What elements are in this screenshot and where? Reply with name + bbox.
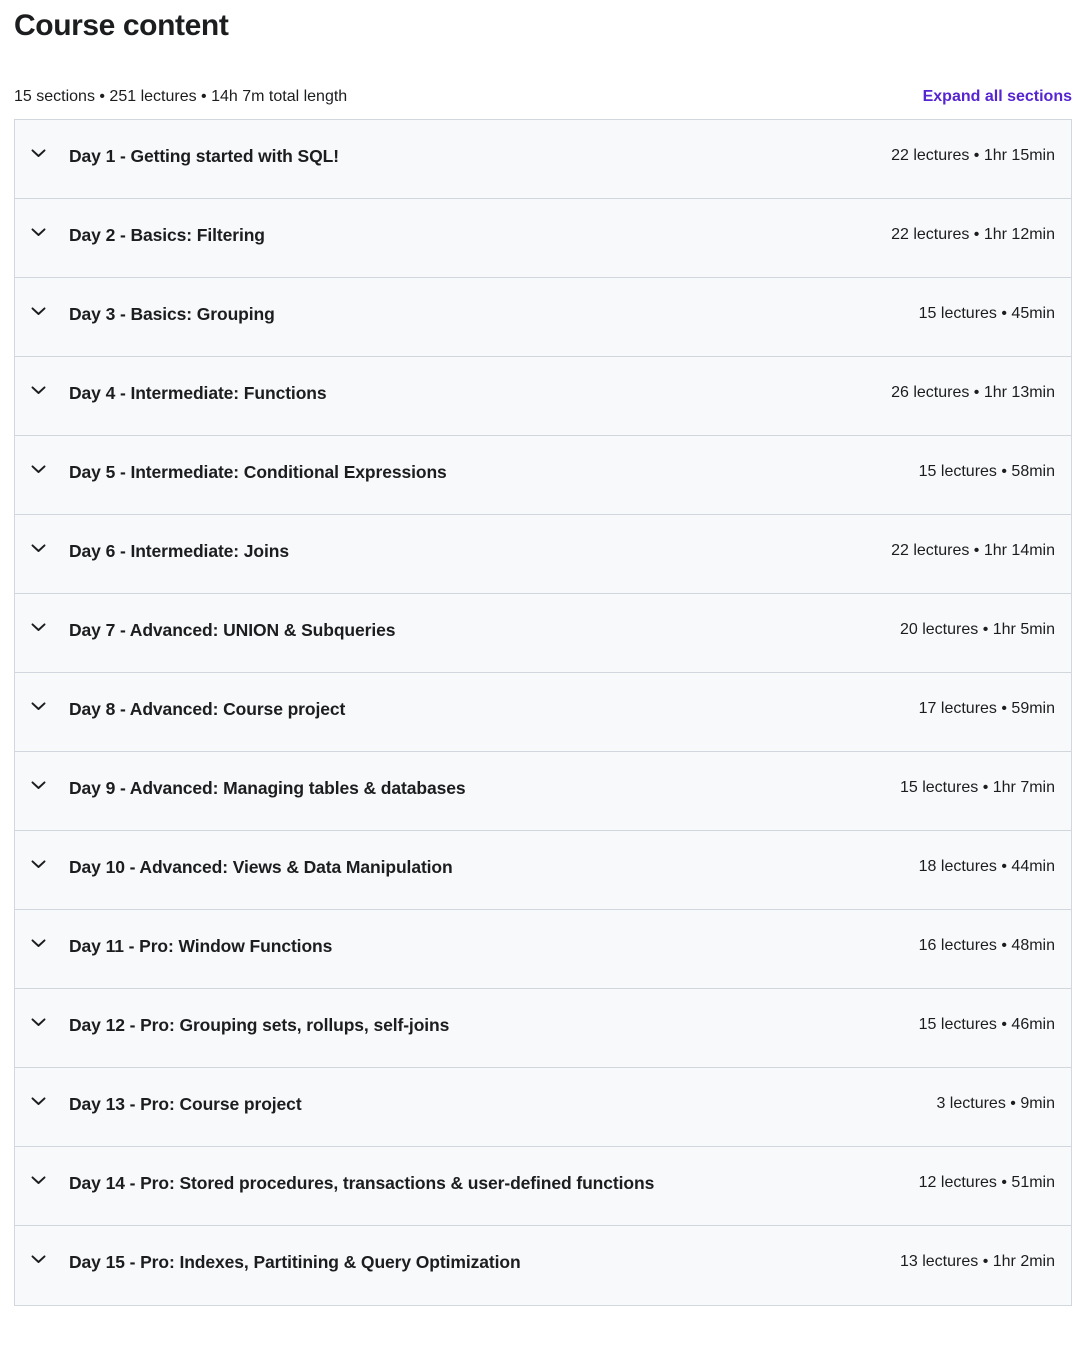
section-row-5[interactable]: Day 5 - Intermediate: Conditional Expres…	[15, 436, 1071, 516]
chevron-down-icon[interactable]	[27, 617, 49, 639]
section-row-left: Day 3 - Basics: Grouping	[27, 294, 903, 328]
section-row-left: Day 5 - Intermediate: Conditional Expres…	[27, 452, 903, 486]
section-title: Day 5 - Intermediate: Conditional Expres…	[69, 462, 447, 483]
section-meta: 26 lectures • 1hr 13min	[891, 384, 1055, 402]
section-meta: 3 lectures • 9min	[936, 1095, 1055, 1113]
section-meta: 16 lectures • 48min	[918, 937, 1055, 955]
section-title: Day 6 - Intermediate: Joins	[69, 541, 290, 562]
course-content-page: Course content 15 sections • 251 lecture…	[0, 0, 1086, 1366]
section-row-4[interactable]: Day 4 - Intermediate: Functions 26 lectu…	[15, 357, 1071, 437]
section-row-left: Day 12 - Pro: Grouping sets, rollups, se…	[27, 1005, 903, 1039]
section-row-left: Day 15 - Pro: Indexes, Partitining & Que…	[27, 1242, 884, 1276]
section-title: Day 3 - Basics: Grouping	[69, 304, 275, 325]
section-row-12[interactable]: Day 12 - Pro: Grouping sets, rollups, se…	[15, 989, 1071, 1069]
section-row-left: Day 1 - Getting started with SQL!	[27, 136, 875, 170]
section-row-left: Day 6 - Intermediate: Joins	[27, 531, 875, 565]
chevron-down-icon[interactable]	[27, 933, 49, 955]
section-row-15[interactable]: Day 15 - Pro: Indexes, Partitining & Que…	[15, 1226, 1071, 1306]
section-meta: 20 lectures • 1hr 5min	[899, 621, 1055, 639]
section-meta: 15 lectures • 45min	[918, 305, 1055, 323]
chevron-down-icon[interactable]	[27, 301, 49, 323]
course-sections-accordion: Day 1 - Getting started with SQL! 22 lec…	[14, 119, 1072, 1307]
section-row-6[interactable]: Day 6 - Intermediate: Joins 22 lectures …	[15, 515, 1071, 595]
chevron-down-icon[interactable]	[27, 696, 49, 718]
section-row-9[interactable]: Day 9 - Advanced: Managing tables & data…	[15, 752, 1071, 832]
section-row-7[interactable]: Day 7 - Advanced: UNION & Subqueries 20 …	[15, 594, 1071, 674]
chevron-down-icon[interactable]	[27, 1091, 49, 1113]
section-meta: 22 lectures • 1hr 15min	[891, 147, 1055, 165]
section-title: Day 14 - Pro: Stored procedures, transac…	[69, 1173, 655, 1194]
chevron-down-icon[interactable]	[27, 775, 49, 797]
section-meta: 22 lectures • 1hr 12min	[891, 226, 1055, 244]
section-row-1[interactable]: Day 1 - Getting started with SQL! 22 lec…	[15, 120, 1071, 200]
section-title: Day 15 - Pro: Indexes, Partitining & Que…	[69, 1252, 521, 1273]
page-title: Course content	[14, 9, 229, 42]
chevron-down-icon[interactable]	[27, 854, 49, 876]
section-row-left: Day 10 - Advanced: Views & Data Manipula…	[27, 847, 903, 881]
section-row-left: Day 9 - Advanced: Managing tables & data…	[27, 768, 884, 802]
section-row-2[interactable]: Day 2 - Basics: Filtering 22 lectures • …	[15, 199, 1071, 279]
section-meta: 15 lectures • 46min	[918, 1016, 1055, 1034]
section-row-left: Day 4 - Intermediate: Functions	[27, 373, 875, 407]
section-title: Day 10 - Advanced: Views & Data Manipula…	[69, 857, 453, 878]
chevron-down-icon[interactable]	[27, 380, 49, 402]
chevron-down-icon[interactable]	[27, 1012, 49, 1034]
chevron-down-icon[interactable]	[27, 538, 49, 560]
section-meta: 15 lectures • 1hr 7min	[899, 779, 1055, 797]
expand-all-sections-link[interactable]: Expand all sections	[923, 86, 1072, 108]
section-row-left: Day 7 - Advanced: UNION & Subqueries	[27, 610, 884, 644]
section-row-3[interactable]: Day 3 - Basics: Grouping 15 lectures • 4…	[15, 278, 1071, 358]
section-title: Day 8 - Advanced: Course project	[69, 699, 346, 720]
section-title: Day 11 - Pro: Window Functions	[69, 936, 333, 957]
course-summary-text: 15 sections • 251 lectures • 14h 7m tota…	[14, 88, 348, 105]
section-meta: 18 lectures • 44min	[918, 858, 1055, 876]
section-row-left: Day 11 - Pro: Window Functions	[27, 926, 903, 960]
chevron-down-icon[interactable]	[27, 1170, 49, 1192]
section-row-10[interactable]: Day 10 - Advanced: Views & Data Manipula…	[15, 831, 1071, 911]
section-title: Day 9 - Advanced: Managing tables & data…	[69, 778, 466, 799]
chevron-down-icon[interactable]	[27, 459, 49, 481]
section-meta: 15 lectures • 58min	[918, 463, 1055, 481]
section-title: Day 2 - Basics: Filtering	[69, 225, 265, 246]
section-meta: 13 lectures • 1hr 2min	[899, 1253, 1055, 1271]
section-meta: 12 lectures • 51min	[918, 1174, 1055, 1192]
chevron-down-icon[interactable]	[27, 143, 49, 165]
section-title: Day 7 - Advanced: UNION & Subqueries	[69, 620, 396, 641]
chevron-down-icon[interactable]	[27, 222, 49, 244]
section-row-14[interactable]: Day 14 - Pro: Stored procedures, transac…	[15, 1147, 1071, 1227]
section-row-left: Day 8 - Advanced: Course project	[27, 689, 903, 723]
section-row-11[interactable]: Day 11 - Pro: Window Functions 16 lectur…	[15, 910, 1071, 990]
section-row-left: Day 2 - Basics: Filtering	[27, 215, 875, 249]
section-row-left: Day 13 - Pro: Course project	[27, 1084, 920, 1118]
section-row-8[interactable]: Day 8 - Advanced: Course project 17 lect…	[15, 673, 1071, 753]
section-title: Day 1 - Getting started with SQL!	[69, 146, 339, 167]
section-row-left: Day 14 - Pro: Stored procedures, transac…	[27, 1163, 903, 1197]
section-title: Day 4 - Intermediate: Functions	[69, 383, 327, 404]
chevron-down-icon[interactable]	[27, 1249, 49, 1271]
section-meta: 22 lectures • 1hr 14min	[891, 542, 1055, 560]
section-title: Day 12 - Pro: Grouping sets, rollups, se…	[69, 1015, 450, 1036]
section-row-13[interactable]: Day 13 - Pro: Course project 3 lectures …	[15, 1068, 1071, 1148]
section-title: Day 13 - Pro: Course project	[69, 1094, 302, 1115]
course-summary-bar: 15 sections • 251 lectures • 14h 7m tota…	[14, 86, 1072, 108]
section-meta: 17 lectures • 59min	[918, 700, 1055, 718]
